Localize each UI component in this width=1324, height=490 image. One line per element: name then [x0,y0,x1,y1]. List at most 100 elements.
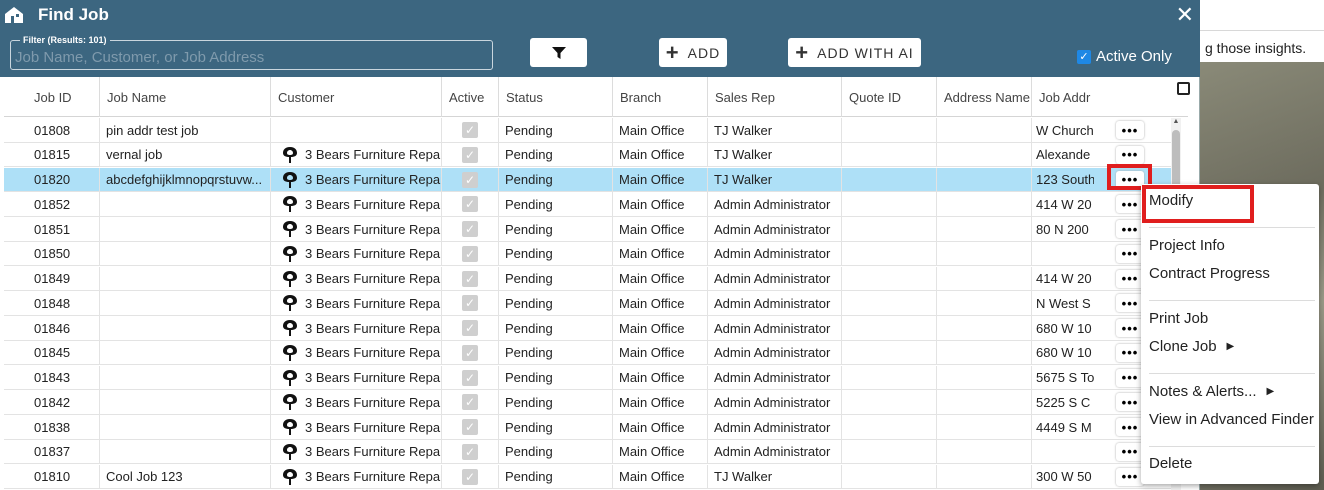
cell-address-name [937,192,1032,217]
cell-branch: Main Office [613,439,708,464]
more-dots-icon[interactable]: ••• [1116,418,1144,436]
active-checkbox-icon: ✓ [462,122,478,138]
cell-branch: Main Office [613,415,708,439]
export-icon[interactable] [1177,82,1190,95]
table-row[interactable]: 01815 vernal job 3 Bears Furniture Repai ✓ P… [4,142,1172,168]
cell-branch: Main Office [613,291,708,316]
menu-item-view-in-advanced-finder[interactable]: View in Advanced Finder [1149,411,1314,428]
menu-item-clone-job[interactable]: Clone Job ▶ [1149,338,1234,355]
menu-item-notes-alerts[interactable]: Notes & Alerts... ▶ [1149,383,1274,400]
customer-name: 3 Bears Furniture Repai [305,419,442,435]
more-dots-icon[interactable]: ••• [1116,294,1144,313]
cell-job-id: 01837 [4,439,100,464]
column-header-status[interactable]: Status [499,77,613,117]
column-header-active[interactable]: Active [442,77,499,117]
more-dots-icon[interactable]: ••• [1116,145,1144,164]
table-row[interactable]: 01837 3 Bears Furniture Repai ✓ Pending Main… [4,439,1172,465]
table-row[interactable]: 01845 3 Bears Furniture Repai ✓ Pending Main… [4,340,1172,366]
cell-quote-id [842,118,937,142]
filter-input[interactable] [15,49,485,66]
cell-job-address: 123 South [1036,172,1094,187]
cell-customer: 3 Bears Furniture Repai [271,340,442,365]
column-header-job-name[interactable]: Job Name [100,77,271,117]
more-dots-icon[interactable]: ••• [1116,121,1144,139]
column-header-job-id[interactable]: Job ID [4,77,100,117]
cell-status: Pending [499,192,613,217]
column-header-customer[interactable]: Customer [271,77,442,117]
cell-quote-id [842,390,937,415]
cell-branch: Main Office [613,217,708,241]
more-dots-icon[interactable]: ••• [1116,368,1144,387]
customer-pin-icon [283,171,297,188]
table-row[interactable]: 01849 3 Bears Furniture Repai ✓ Pending Main… [4,266,1172,292]
cell-job-id: 01820 [4,167,100,192]
table-row[interactable]: 01838 3 Bears Furniture Repai ✓ Pending Main… [4,415,1172,440]
customer-pin-icon [283,320,297,336]
menu-item-label: Project Info [1149,237,1225,254]
customer-pin-icon [283,196,297,213]
cell-job-id: 01852 [4,192,100,217]
cell-quote-id [842,142,937,167]
more-dots-icon[interactable]: ••• [1116,393,1144,412]
more-dots-icon[interactable]: ••• [1116,220,1144,238]
cell-customer: 3 Bears Furniture Repai [271,390,442,415]
column-header-sales-rep[interactable]: Sales Rep [708,77,842,117]
add-with-ai-button[interactable]: + ADD WITH AI [788,38,921,67]
more-dots-icon[interactable]: ••• [1116,319,1144,337]
more-dots-icon[interactable]: ••• [1116,442,1144,461]
menu-item-delete[interactable]: Delete [1149,455,1192,472]
more-dots-icon[interactable]: ••• [1116,343,1144,362]
menu-separator [1149,446,1315,447]
more-dots-icon[interactable]: ••• [1116,467,1144,486]
more-dots-icon[interactable]: ••• [1116,244,1144,263]
table-row[interactable]: 01820 abcdefghijklmnopqrstuvw... 3 Bears F… [4,167,1172,193]
cell-active: ✓ [442,415,499,439]
scroll-thumb[interactable] [1172,130,1180,188]
table-row[interactable]: 01846 3 Bears Furniture Repai ✓ Pending Main… [4,316,1172,341]
menu-item-print-job[interactable]: Print Job [1149,310,1208,327]
column-header-quote-id[interactable]: Quote ID [842,77,937,117]
active-checkbox-icon: ✓ [462,270,478,287]
home-icon [5,7,23,23]
table-row[interactable]: 01852 3 Bears Furniture Repai ✓ Pending Main… [4,192,1172,217]
add-button[interactable]: + ADD [659,38,727,67]
menu-separator [1149,373,1315,374]
filter-button[interactable] [530,38,587,67]
checkbox-checked-icon[interactable]: ✓ [1077,49,1091,64]
cell-sales-rep: Admin Administrator [708,192,842,217]
filter-legend: Filter (Results: 101) [20,35,110,45]
cell-status: Pending [499,217,613,241]
cell-customer: 3 Bears Furniture Repai [271,439,442,464]
more-dots-icon[interactable]: ••• [1116,195,1144,214]
cell-branch: Main Office [613,340,708,365]
column-header-address-name[interactable]: Address Name [937,77,1032,117]
table-row[interactable]: 01851 3 Bears Furniture Repai ✓ Pending Main… [4,217,1172,242]
table-row[interactable]: 01808 pin addr test job ✓ Pending Main Offic… [4,118,1172,143]
table-row[interactable]: 01810 Cool Job 123 3 Bears Furniture Repai… [4,464,1172,490]
cell-quote-id [842,217,937,241]
cell-job-name [100,291,271,316]
table-row[interactable]: 01850 3 Bears Furniture Repai ✓ Pending Main… [4,241,1172,267]
cell-status: Pending [499,142,613,167]
active-checkbox-icon: ✓ [462,419,478,435]
scroll-up-arrow-icon[interactable]: ▲ [1172,118,1180,126]
cell-job-address: W Church [1036,122,1094,138]
menu-item-contract-progress[interactable]: Contract Progress [1149,265,1270,282]
cell-sales-rep: TJ Walker [708,142,842,167]
table-row[interactable]: 01842 3 Bears Furniture Repai ✓ Pending Main… [4,390,1172,415]
customer-pin-icon [283,344,297,361]
close-icon[interactable]: ✕ [1176,2,1194,28]
cell-quote-id [842,241,937,266]
cell-job-name [100,316,271,340]
cell-branch: Main Office [613,365,708,390]
menu-item-project-info[interactable]: Project Info [1149,237,1225,254]
column-header-branch[interactable]: Branch [613,77,708,117]
column-header-job-address[interactable]: Job Addr [1032,77,1092,117]
customer-pin-icon [283,468,297,485]
background-text: g those insights. [1205,40,1307,56]
table-row[interactable]: 01843 3 Bears Furniture Repai ✓ Pending Main… [4,365,1172,391]
table-row[interactable]: 01848 3 Bears Furniture Repai ✓ Pending Main… [4,291,1172,316]
active-only-toggle[interactable]: ✓ Active Only [1077,48,1172,65]
customer-pin-icon [283,146,297,163]
more-dots-icon[interactable]: ••• [1116,269,1144,288]
